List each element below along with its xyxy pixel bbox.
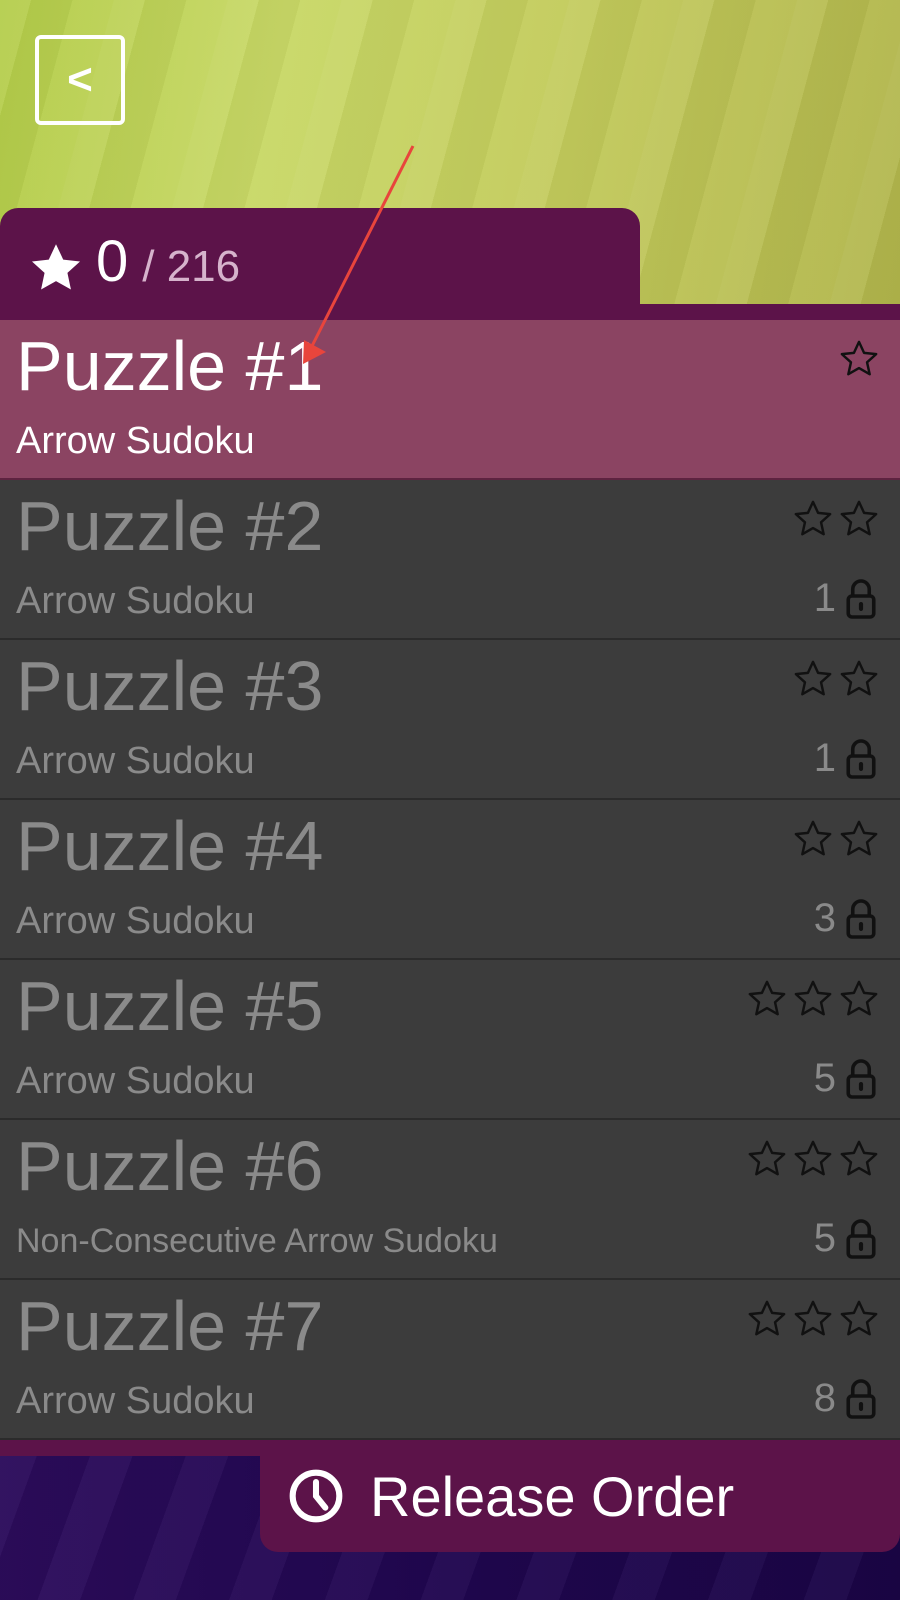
unlock-cost: 8: [813, 1376, 836, 1420]
puzzle-stars: [838, 338, 880, 380]
stars-total: / 216: [142, 242, 241, 291]
star-outline-icon: [794, 1300, 832, 1336]
puzzle-row[interactable]: Puzzle #5 Arrow Sudoku 5: [0, 960, 900, 1120]
star-outline-icon: [794, 500, 832, 536]
star-outline-icon: [794, 1140, 832, 1176]
unlock-cost: 1: [813, 576, 836, 620]
star-outline-icon: [840, 1300, 878, 1336]
lock-icon: [846, 898, 876, 939]
unlock-requirement: 5: [814, 1056, 876, 1101]
puzzle-title: Puzzle #2: [16, 487, 324, 565]
puzzle-row[interactable]: Puzzle #2 Arrow Sudoku 1: [0, 480, 900, 640]
star-outline-icon: [840, 500, 878, 536]
puzzle-title: Puzzle #4: [16, 807, 324, 885]
star-outline-icon: [794, 820, 832, 856]
puzzle-stars: [746, 1298, 880, 1340]
unlock-cost: 5: [813, 1056, 836, 1100]
back-button[interactable]: <: [35, 35, 125, 125]
star-outline-icon: [840, 820, 878, 856]
puzzle-stars: [792, 818, 880, 860]
star-outline-icon: [748, 1300, 786, 1336]
unlock-requirement: 5: [814, 1216, 876, 1261]
unlock-requirement: 8: [814, 1376, 876, 1421]
puzzle-subtitle: Arrow Sudoku: [16, 900, 255, 942]
puzzle-subtitle: Arrow Sudoku: [16, 740, 255, 782]
unlock-requirement: 3: [814, 896, 876, 941]
puzzle-stars: [792, 658, 880, 700]
release-order-button[interactable]: Release Order: [260, 1440, 900, 1552]
unlock-requirement: 1: [814, 736, 876, 781]
puzzle-row[interactable]: Puzzle #6 Non-Consecutive Arrow Sudoku 5: [0, 1120, 900, 1280]
puzzle-list: Puzzle #1 Arrow Sudoku Puzzle #2 Arrow Sudo…: [0, 320, 900, 1440]
puzzle-title: Puzzle #7: [16, 1287, 324, 1365]
puzzle-subtitle: Arrow Sudoku: [16, 580, 255, 622]
stars-earned: 0: [96, 229, 129, 294]
unlock-requirement: 1: [814, 576, 876, 621]
puzzle-row[interactable]: Puzzle #1 Arrow Sudoku: [0, 320, 900, 480]
puzzle-row[interactable]: Puzzle #4 Arrow Sudoku 3: [0, 800, 900, 960]
star-outline-icon: [840, 660, 878, 696]
puzzle-title: Puzzle #6: [16, 1127, 324, 1205]
puzzle-subtitle: Non-Consecutive Arrow Sudoku: [16, 1222, 498, 1260]
lock-icon: [846, 1378, 876, 1419]
puzzle-stars: [746, 978, 880, 1020]
lock-icon: [846, 1058, 876, 1099]
unlock-cost: 5: [813, 1216, 836, 1260]
release-order-label: Release Order: [370, 1464, 735, 1528]
star-outline-icon: [840, 1140, 878, 1176]
puzzle-stars: [792, 498, 880, 540]
star-outline-icon: [748, 980, 786, 1016]
puzzle-subtitle: Arrow Sudoku: [16, 1060, 255, 1102]
lock-icon: [846, 738, 876, 779]
clock-icon: [289, 1469, 343, 1523]
lock-icon: [846, 578, 876, 619]
star-outline-icon: [748, 1140, 786, 1176]
star-outline-icon: [794, 660, 832, 696]
puzzle-title: Puzzle #5: [16, 967, 324, 1045]
star-filled-icon: [31, 244, 81, 290]
star-counter: 0 / 216: [28, 228, 240, 308]
back-label: <: [67, 55, 93, 104]
puzzle-subtitle: Arrow Sudoku: [16, 420, 255, 462]
puzzle-stars: [746, 1138, 880, 1180]
puzzle-title: Puzzle #3: [16, 647, 324, 725]
star-outline-icon: [840, 980, 878, 1016]
unlock-cost: 3: [813, 896, 836, 940]
puzzle-subtitle: Arrow Sudoku: [16, 1380, 255, 1422]
puzzle-title: Puzzle #1: [16, 327, 324, 405]
lock-icon: [846, 1218, 876, 1259]
star-outline-icon: [794, 980, 832, 1016]
puzzle-row[interactable]: Puzzle #3 Arrow Sudoku 1: [0, 640, 900, 800]
unlock-cost: 1: [813, 736, 836, 780]
star-outline-icon: [840, 340, 878, 376]
puzzle-row[interactable]: Puzzle #7 Arrow Sudoku 8: [0, 1280, 900, 1440]
